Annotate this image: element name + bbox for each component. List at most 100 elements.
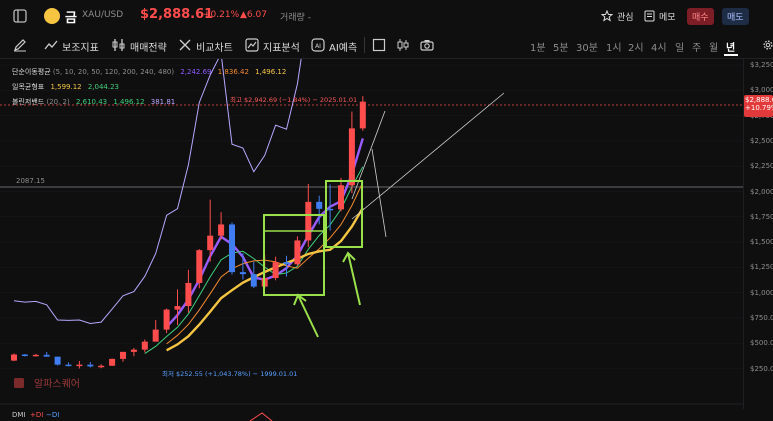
- volume-label: 거래량 -: [280, 13, 311, 23]
- candle-body: [87, 364, 94, 367]
- timeframe-30m[interactable]: 30분: [576, 39, 598, 54]
- gear-icon[interactable]: [762, 38, 773, 52]
- trendlines[interactable]: [351, 92, 505, 238]
- axis-tick-label: $1,000.00: [750, 288, 773, 297]
- toolbar-item-indicators[interactable]: 보조지표: [62, 39, 99, 54]
- change-pct: +0.21%: [203, 10, 240, 20]
- top-bar: 금 XAU/USD $2,888.61 +0.21% ▲6.07 거래량 - 관…: [0, 0, 773, 33]
- timeframe-month[interactable]: 월: [709, 39, 718, 54]
- price-tag-value: $2,888.61: [745, 96, 773, 104]
- square-icon[interactable]: [372, 38, 386, 52]
- trendline-long: [351, 92, 505, 220]
- timeframe-2h[interactable]: 2시: [628, 39, 644, 54]
- memo-icon[interactable]: [644, 10, 655, 22]
- camera-icon[interactable]: [420, 38, 434, 52]
- arrow-left: [297, 294, 319, 338]
- box-left: [263, 214, 325, 296]
- timeframe-1m[interactable]: 1분: [530, 39, 546, 54]
- candle-body: [185, 282, 192, 307]
- compare-icon[interactable]: [178, 38, 192, 52]
- timeframe-5m[interactable]: 5분: [553, 39, 569, 54]
- candle-body: [120, 351, 126, 359]
- watermark-logo: [14, 378, 24, 388]
- axis-tick-label: $250.00: [750, 364, 773, 373]
- toolbar-item-analysis[interactable]: 지표분석: [263, 39, 300, 54]
- candle-body: [163, 309, 170, 330]
- candle-body: [338, 185, 344, 210]
- candle-body: [76, 364, 83, 367]
- candle-body: [305, 201, 312, 241]
- timeframe-year[interactable]: 년: [726, 39, 735, 54]
- axis-tick-label: $2,000.00: [750, 187, 773, 196]
- watch-label[interactable]: 관심: [617, 10, 634, 23]
- candle-body: [141, 341, 148, 350]
- axis-tick-label: $500.00: [750, 339, 773, 348]
- watermark-text: 알파스퀘어: [34, 378, 80, 390]
- timeframe-week[interactable]: 주: [692, 39, 701, 54]
- ai-icon[interactable]: AI: [311, 38, 325, 52]
- dmi-label: DMI: [12, 411, 26, 419]
- axis-tick-label: $750.00: [750, 314, 773, 323]
- candle-body: [294, 240, 301, 265]
- high-label: 최고 $2,942.69 (−1.84%) − 2025.01.01: [230, 95, 357, 104]
- arrow-right: [347, 252, 361, 306]
- axis-tick-label: $1,250.00: [750, 263, 773, 272]
- timeframe-day[interactable]: 일: [675, 39, 684, 54]
- price-chart[interactable]: 2087.15 최고 $2,942.69 (−1.84%) − 2025.01.…: [0, 59, 773, 421]
- axis-tick-label: $2,250.00: [750, 162, 773, 171]
- candle-body: [218, 224, 225, 236]
- change-abs: ▲6.07: [240, 10, 267, 20]
- axis-tick-label: $1,750.00: [750, 212, 773, 221]
- candle-body: [32, 354, 39, 357]
- svg-text:AI: AI: [315, 43, 321, 50]
- memo-label[interactable]: 메모: [659, 10, 676, 23]
- buy-button[interactable]: 매수: [687, 8, 714, 25]
- price-tag-sub: +10.79%: [745, 104, 773, 112]
- star-icon[interactable]: [601, 10, 613, 22]
- hline-label: 2087.15: [16, 177, 45, 185]
- bars-icon[interactable]: [44, 38, 58, 52]
- candle-body: [327, 208, 334, 211]
- dmi-plus: +DI: [30, 411, 43, 419]
- candle-body: [229, 224, 235, 273]
- candle-body: [174, 306, 181, 310]
- consolidation-boxes[interactable]: [263, 180, 363, 338]
- toolbar-item-compare[interactable]: 비교차트: [196, 39, 233, 54]
- candle-body: [196, 250, 203, 283]
- candle-body: [130, 349, 137, 352]
- timeframe-active-underline: [724, 54, 738, 56]
- gold-coin-icon: [44, 8, 60, 24]
- asset-name: 금: [65, 11, 77, 26]
- candle-body: [348, 128, 355, 186]
- analysis-icon[interactable]: [245, 38, 259, 52]
- dmi-minus: −DI: [46, 411, 59, 419]
- timeframe-4h[interactable]: 4시: [651, 39, 667, 54]
- candle-body: [239, 272, 246, 275]
- candle-body: [359, 101, 366, 129]
- timeframe-1h[interactable]: 1시: [606, 39, 622, 54]
- candle-body: [283, 262, 290, 265]
- axis-tick-label: $2,500.00: [750, 136, 773, 145]
- candle-body: [109, 358, 116, 366]
- candle-body: [21, 354, 28, 357]
- strategy-icon[interactable]: [112, 38, 126, 52]
- toolbar-item-strategy[interactable]: 매매전략: [130, 39, 167, 54]
- low-label: 최저 $252.55 (+1,043.78%) − 1999.01.01: [162, 369, 297, 378]
- axis-tick-label: $1,500.00: [750, 238, 773, 247]
- candle-body: [54, 356, 61, 365]
- toolbar-item-ai[interactable]: AI예측: [329, 39, 357, 54]
- toolbar-divider: [364, 37, 365, 53]
- candle-body: [65, 364, 72, 367]
- candle-body: [250, 274, 257, 287]
- candle-body: [98, 365, 105, 368]
- draw-pen-icon[interactable]: [13, 38, 27, 52]
- price-tag: $2,888.61 +10.79%: [744, 95, 773, 117]
- sell-button[interactable]: 매도: [722, 8, 749, 25]
- candle-body: [43, 354, 50, 357]
- candle-body: [152, 329, 159, 342]
- candle-body: [11, 354, 17, 361]
- candle-body: [272, 262, 279, 278]
- dmi-plus-line: [249, 412, 273, 421]
- sidebar-toggle-icon[interactable]: [12, 8, 28, 24]
- candle-icon[interactable]: [396, 38, 410, 52]
